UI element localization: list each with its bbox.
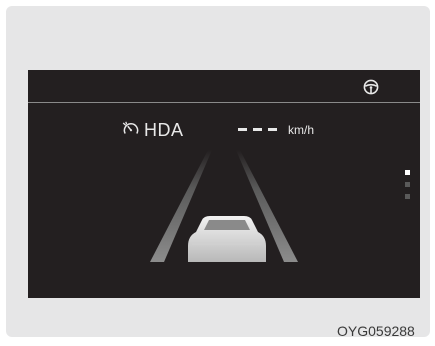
vehicle-graphic	[188, 216, 266, 262]
page-dot	[405, 194, 410, 199]
figure-code: OYG059288	[337, 323, 415, 339]
road-lane-graphic	[150, 150, 298, 262]
cluster-display: HDA --- km/h	[28, 70, 420, 298]
page-dot-active	[405, 170, 410, 175]
page-dot	[405, 182, 410, 187]
page-indicator	[405, 170, 411, 204]
